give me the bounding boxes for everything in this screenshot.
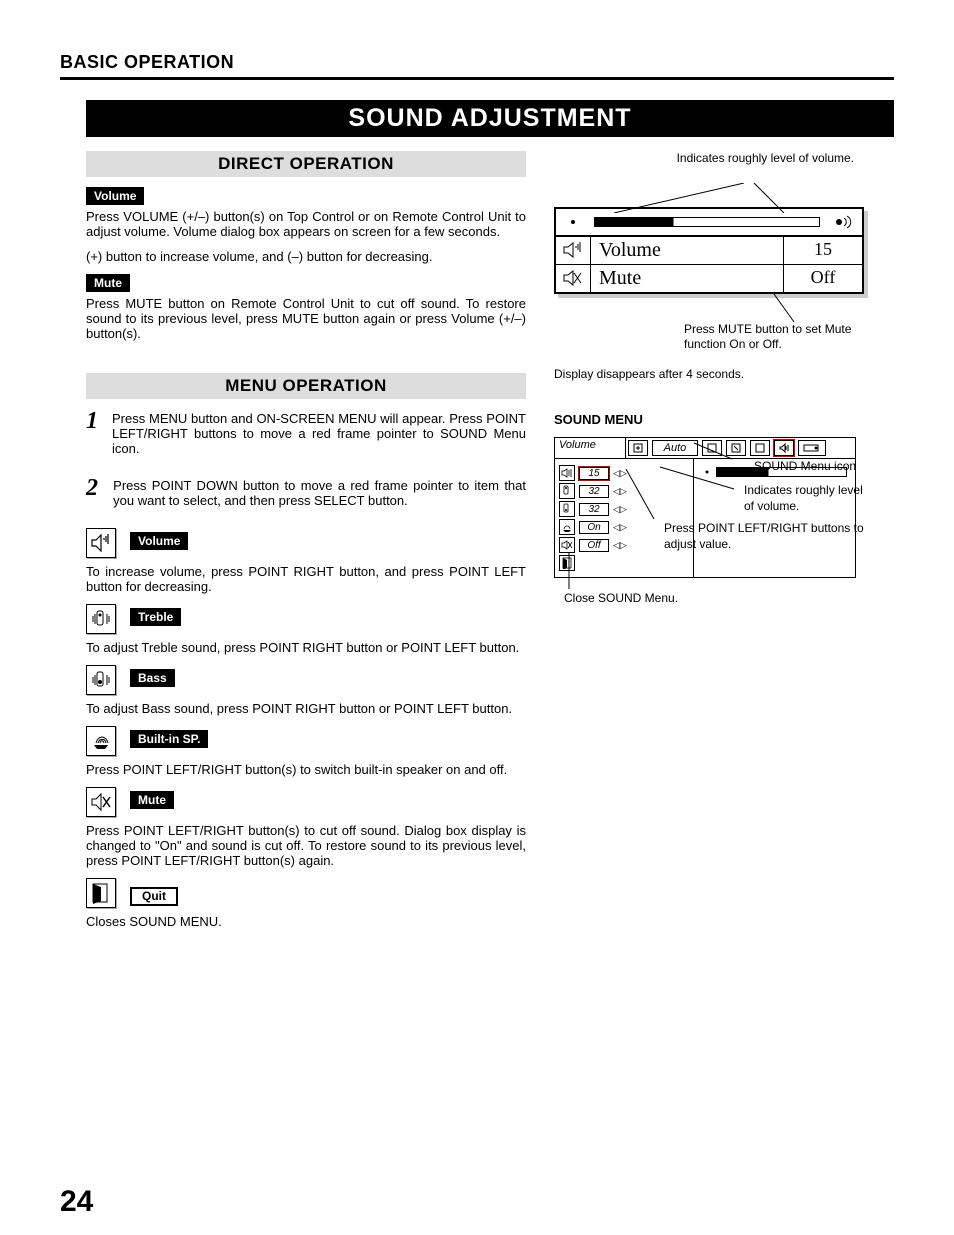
volume-icon — [556, 237, 590, 264]
sound-menu-heading: SOUND MENU — [554, 412, 884, 427]
callout-text: Indicates roughly level of volume. — [744, 483, 864, 514]
speaker-high-icon — [834, 215, 852, 229]
volume-icon — [86, 528, 116, 558]
arrow-icon: ◁▷ — [613, 540, 627, 551]
step-2: 2 Press POINT DOWN button to move a red … — [86, 476, 526, 518]
sm-top-label: Volume — [555, 438, 626, 458]
step-number: 1 — [86, 409, 98, 466]
callout-text: Indicates roughly level of volume. — [554, 151, 854, 167]
mute-icon — [86, 787, 116, 817]
mute-tag: Mute — [86, 274, 130, 292]
mute-icon — [556, 265, 590, 292]
builtin-sp-tag: Built-in SP. — [130, 730, 208, 748]
menu-icon — [798, 440, 826, 456]
sm-bass-value: 32 — [579, 503, 609, 516]
volume-label: Volume — [590, 237, 783, 264]
builtin-sp-icon — [559, 519, 575, 535]
body-text: Press POINT LEFT/RIGHT button(s) to swit… — [86, 762, 526, 777]
sm-treble-value: 32 — [579, 485, 609, 498]
callout-text: Press POINT LEFT/RIGHT buttons to adjust… — [664, 521, 864, 552]
callout-text: SOUND Menu icon — [754, 459, 856, 475]
mute-tag: Mute — [130, 791, 174, 809]
body-text: Press POINT DOWN button to move a red fr… — [113, 478, 526, 508]
bass-tag: Bass — [130, 669, 175, 687]
callout-text: Close SOUND Menu. — [564, 591, 678, 607]
volume-value: 15 — [783, 237, 862, 264]
step-number: 2 — [86, 476, 99, 518]
body-text: To adjust Treble sound, press POINT RIGH… — [86, 640, 526, 655]
speaker-low-icon — [566, 215, 580, 229]
body-text: (+) button to increase volume, and (–) b… — [86, 249, 526, 264]
menu-heading: MENU OPERATION — [86, 373, 526, 399]
callout-text: Display disappears after 4 seconds. — [554, 367, 884, 383]
volume-icon — [559, 465, 575, 481]
mute-icon — [559, 537, 575, 553]
callout-text: Press MUTE button to set Mute function O… — [684, 322, 854, 353]
bass-icon — [559, 501, 575, 517]
chapter-title: BASIC OPERATION — [60, 52, 894, 73]
menu-icon — [628, 440, 648, 456]
body-text: Press MENU button and ON-SCREEN MENU wil… — [112, 411, 526, 456]
body-text: Press MUTE button on Remote Control Unit… — [86, 296, 526, 341]
menu-icon — [750, 440, 770, 456]
volume-dialog: Volume 15 Mute Off — [554, 207, 864, 294]
volume-tag: Volume — [130, 532, 188, 550]
treble-tag: Treble — [130, 608, 181, 626]
page-title: SOUND ADJUSTMENT — [86, 100, 894, 137]
page-number: 24 — [60, 1185, 93, 1219]
sm-builtin-value: On — [579, 521, 609, 534]
body-text: To increase volume, press POINT RIGHT bu… — [86, 564, 526, 594]
sm-volume-value: 15 — [579, 467, 609, 480]
treble-icon — [86, 604, 116, 634]
volume-level-bar — [594, 217, 820, 227]
sound-menu-icon — [774, 440, 794, 456]
body-text: Press POINT LEFT/RIGHT button(s) to cut … — [86, 823, 526, 868]
body-text: Press VOLUME (+/–) button(s) on Top Cont… — [86, 209, 526, 239]
step-1: 1 Press MENU button and ON-SCREEN MENU w… — [86, 409, 526, 466]
divider — [60, 77, 894, 80]
mute-label: Mute — [590, 265, 783, 292]
bass-icon — [86, 665, 116, 695]
volume-tag: Volume — [86, 187, 144, 205]
sm-mute-value: Off — [579, 539, 609, 552]
treble-icon — [559, 483, 575, 499]
body-text: Closes SOUND MENU. — [86, 914, 526, 929]
quit-tag: Quit — [130, 887, 178, 906]
body-text: To adjust Bass sound, press POINT RIGHT … — [86, 701, 526, 716]
mute-value: Off — [783, 265, 862, 292]
quit-icon — [86, 878, 116, 908]
builtin-sp-icon — [86, 726, 116, 756]
direct-heading: DIRECT OPERATION — [86, 151, 526, 177]
